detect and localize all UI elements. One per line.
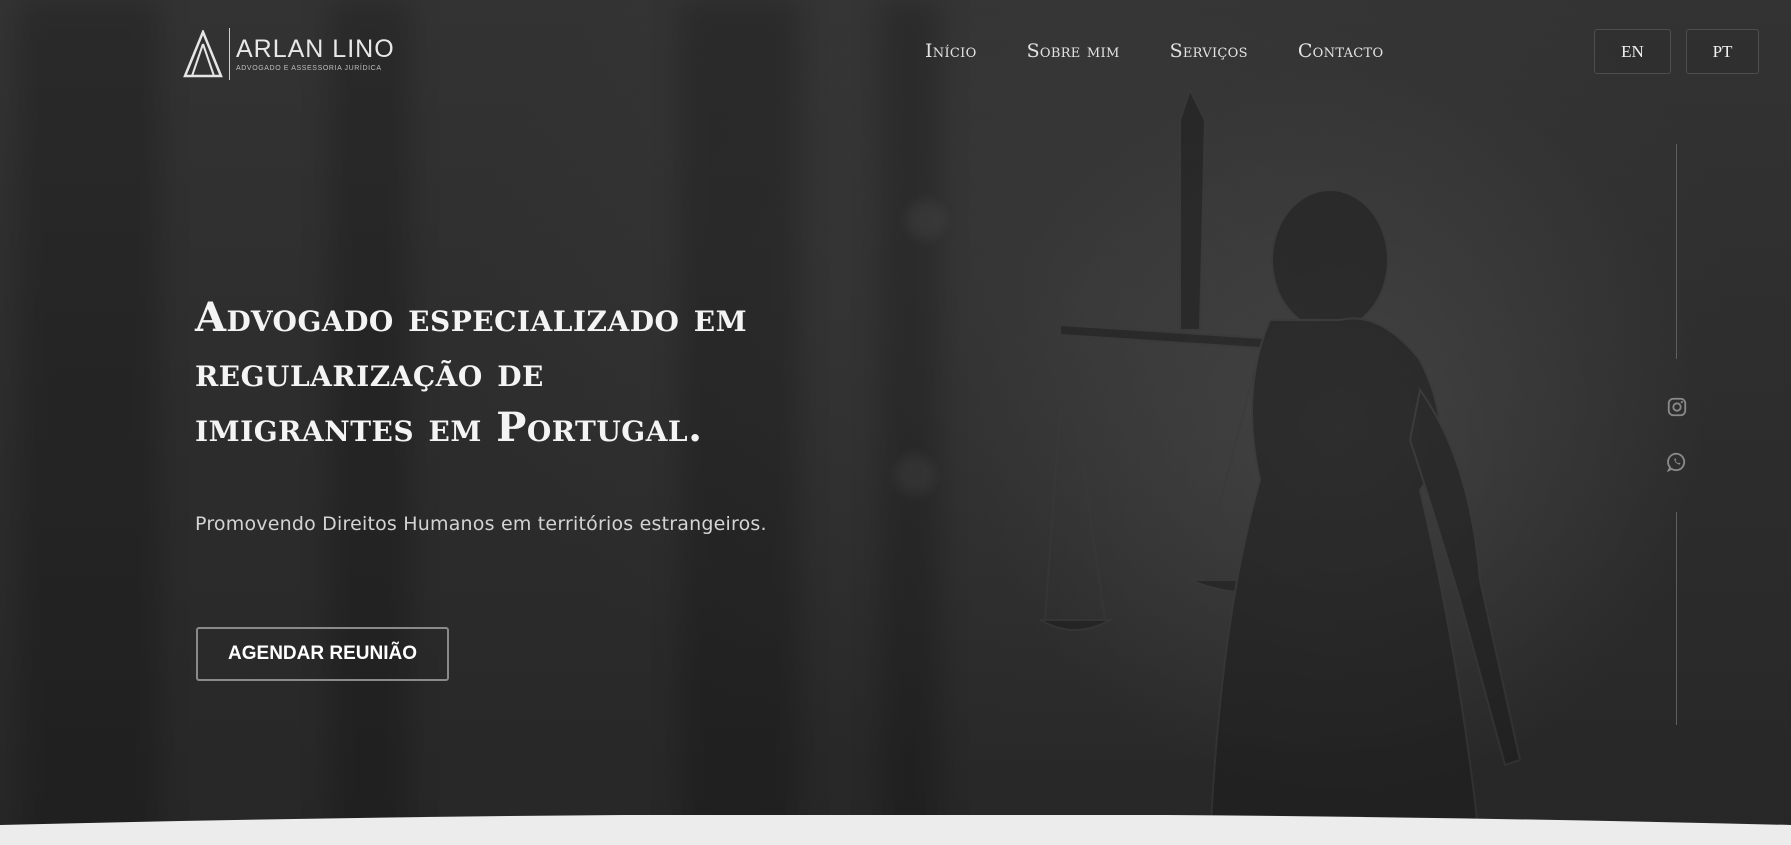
brand-name: ARLAN LINO [236, 35, 395, 63]
brand-logo[interactable]: ARLAN LINO ADVOGADO E ASSESSORIA JURÍDIC… [183, 26, 403, 82]
bokeh-light [895, 455, 935, 495]
brand-tagline: ADVOGADO E ASSESSORIA JURÍDICA [236, 65, 382, 72]
bokeh-light [905, 200, 945, 240]
hero-subtitle: Promovendo Direitos Humanos em territóri… [195, 513, 767, 535]
instagram-icon-glyph [1667, 397, 1687, 417]
triangle-a-logo-icon [183, 30, 223, 78]
nav-link-servicos[interactable]: Serviços [1170, 40, 1248, 62]
language-button-en[interactable]: EN [1594, 29, 1671, 74]
lady-justice-statue-image [1040, 87, 1522, 845]
language-button-pt[interactable]: PT [1686, 29, 1759, 74]
hero-headline-line: regularização de [195, 349, 544, 396]
nav-link-contacto[interactable]: Contacto [1298, 40, 1384, 62]
whatsapp-icon-glyph [1666, 452, 1686, 473]
main-nav: Início Sobre mim Serviços Contacto [925, 40, 1383, 62]
hero-headline-line: Advogado especializado em [195, 294, 748, 341]
logo-divider [229, 28, 230, 80]
schedule-meeting-button[interactable]: AGENDAR REUNIÃO [196, 627, 449, 681]
nav-link-sobre-mim[interactable]: Sobre mim [1027, 40, 1120, 62]
social-rail-line [1676, 512, 1677, 725]
hero-headline: Advogado especializado em regularização … [195, 290, 895, 455]
background-pillar [20, 0, 160, 845]
logo-text: ARLAN LINO ADVOGADO E ASSESSORIA JURÍDIC… [236, 36, 395, 72]
whatsapp-icon[interactable] [1665, 450, 1689, 474]
section-divider-curve [0, 815, 1791, 845]
hero-headline-line: imigrantes em Portugal. [195, 404, 703, 451]
social-rail-line [1676, 144, 1677, 359]
instagram-icon[interactable] [1665, 395, 1689, 419]
nav-link-inicio[interactable]: Início [925, 40, 977, 62]
